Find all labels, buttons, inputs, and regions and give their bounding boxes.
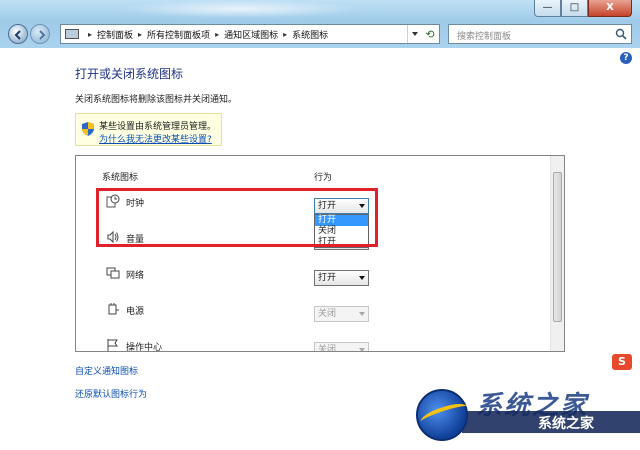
power-behavior-select: 关闭: [314, 306, 369, 322]
power-behavior-value: 关闭: [318, 309, 337, 319]
network-behavior-select[interactable]: 打开: [314, 270, 369, 286]
highlight-annotation: [96, 188, 378, 247]
network-icon: [106, 267, 120, 279]
search-icon[interactable]: [615, 28, 627, 40]
column-header-behavior: 行为: [314, 173, 333, 183]
minimize-button[interactable]: —: [534, 0, 561, 17]
action-center-behavior-select: 关闭: [314, 342, 369, 352]
breadcrumb-system-icons[interactable]: 系统图标: [292, 28, 328, 41]
forward-button[interactable]: [30, 24, 50, 44]
breadcrumb-control-panel[interactable]: 控制面板: [97, 28, 133, 41]
search-box[interactable]: 搜索控制面板: [448, 24, 632, 44]
help-icon[interactable]: ?: [620, 52, 632, 64]
maximize-button[interactable]: □: [561, 0, 588, 17]
breadcrumb-all-items[interactable]: 所有控制面板项: [147, 28, 210, 41]
chevron-down-icon: [411, 32, 418, 36]
close-button[interactable]: X: [588, 0, 632, 17]
breadcrumb-separator[interactable]: ▸: [283, 30, 287, 39]
power-icon: [108, 303, 119, 315]
breadcrumb-separator: ▸: [88, 29, 93, 39]
notice-help-link[interactable]: 为什么我无法更改某些设置?: [99, 132, 212, 145]
titlebar-glass: [120, 0, 360, 18]
network-behavior-value: 打开: [318, 273, 337, 283]
row-label-action-center: 操作中心: [126, 343, 163, 352]
scrollbar-thumb[interactable]: [553, 172, 562, 322]
admin-notice: 某些设置由系统管理员管理。 为什么我无法更改某些设置?: [75, 113, 222, 146]
breadcrumb-notification-icons[interactable]: 通知区域图标: [224, 28, 278, 41]
site-watermark: 系统之家 系统之家: [410, 385, 640, 450]
arrow-left-icon: [14, 30, 21, 40]
customize-notification-icons-link[interactable]: 自定义通知图标: [75, 364, 138, 377]
address-dropdown-button[interactable]: [407, 25, 421, 43]
arrow-right-icon: [39, 30, 46, 40]
breadcrumb-separator[interactable]: ▸: [215, 30, 219, 39]
row-label-network: 网络: [126, 271, 145, 281]
chevron-down-icon: [359, 312, 365, 316]
window-titlebar: — □ X ▸ 控制面板 ▸ 所有控制面板项 ▸ 通知区域图标 ▸ 系统图标 ⟲…: [0, 0, 640, 48]
column-header-system-icon: 系统图标: [102, 173, 139, 183]
row-label-power: 电源: [126, 307, 145, 317]
address-controls: ⟲: [407, 25, 439, 43]
refresh-icon[interactable]: ⟲: [421, 25, 439, 43]
control-panel-icon: [65, 29, 79, 39]
action-center-flag-icon: [107, 339, 118, 351]
sogou-ime-icon[interactable]: S: [612, 354, 632, 370]
chevron-down-icon: [359, 348, 365, 351]
vertical-scrollbar[interactable]: [550, 156, 564, 351]
notice-text: 某些设置由系统管理员管理。: [99, 122, 217, 132]
back-button[interactable]: [8, 24, 28, 44]
page-description: 关闭系统图标将删除该图标并关闭通知。: [75, 95, 238, 105]
breadcrumb-separator[interactable]: ▸: [138, 30, 142, 39]
shield-icon: [82, 122, 94, 136]
page-title: 打开或关闭系统图标: [75, 67, 184, 81]
system-icons-list: 系统图标 行为 时钟 打开 打开 关闭 打开 音量 打开: [75, 155, 565, 352]
watermark-text: 系统之家: [538, 416, 594, 432]
window-controls: — □ X: [534, 0, 632, 17]
restore-default-behavior-link[interactable]: 还原默认图标行为: [75, 387, 147, 400]
address-bar[interactable]: ▸ 控制面板 ▸ 所有控制面板项 ▸ 通知区域图标 ▸ 系统图标 ⟲: [60, 24, 440, 44]
search-input[interactable]: 搜索控制面板: [457, 29, 511, 42]
action-center-behavior-value: 关闭: [318, 345, 337, 352]
chevron-down-icon: [359, 276, 365, 280]
